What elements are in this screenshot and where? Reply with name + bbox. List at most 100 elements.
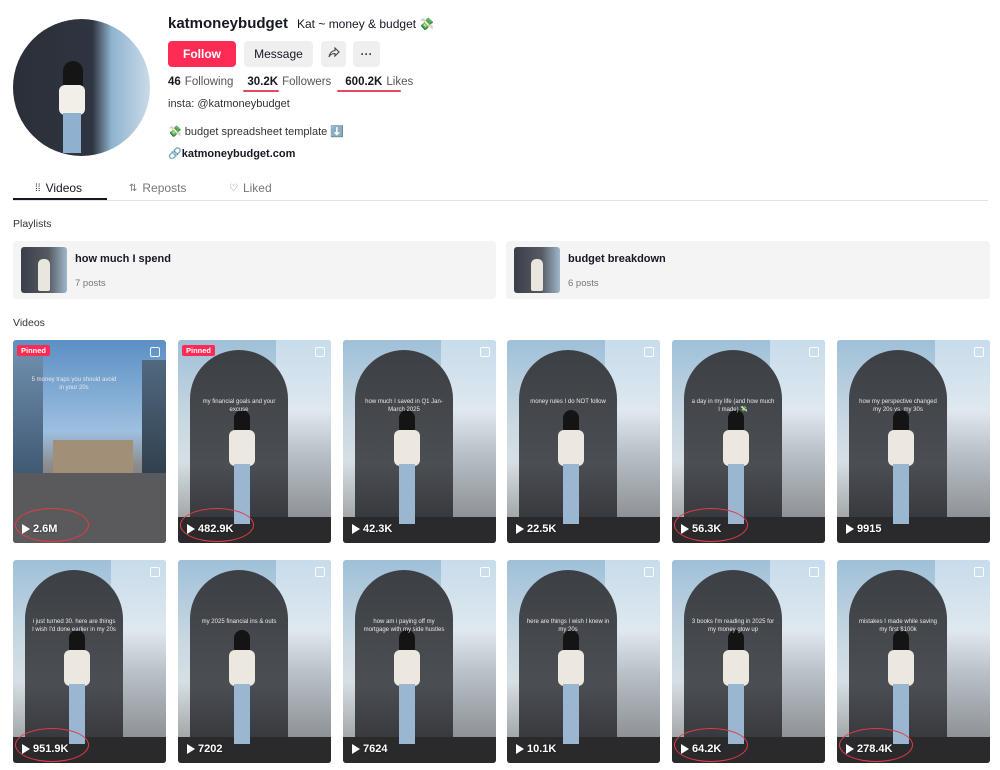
- expand-icon[interactable]: [974, 347, 984, 357]
- play-icon: [516, 524, 524, 534]
- scene-person: [887, 410, 915, 525]
- likes-annotation-underline: [337, 90, 401, 92]
- view-count-value: 64.2K: [692, 743, 722, 755]
- video-card[interactable]: mistakes I made while saving my first $1…: [837, 560, 990, 763]
- video-card[interactable]: how much I saved in Q1 Jan-March 2025 42.…: [343, 340, 496, 543]
- scene-person: [557, 630, 585, 745]
- video-card[interactable]: my 2025 financial ins & outs 7202: [178, 560, 331, 763]
- scene-building: [142, 360, 166, 480]
- scene-person: [63, 630, 91, 745]
- tab-reposts[interactable]: ⇅ Reposts: [129, 177, 186, 199]
- video-caption: mistakes I made while saving my first $1…: [858, 619, 938, 634]
- play-icon: [22, 524, 30, 534]
- view-count: 9915: [846, 523, 881, 535]
- active-tab-indicator: [13, 198, 107, 200]
- stat-following[interactable]: 46 Following: [168, 76, 233, 88]
- video-card[interactable]: i just turned 30. here are things I wish…: [13, 560, 166, 763]
- expand-icon[interactable]: [315, 567, 325, 577]
- play-icon: [846, 744, 854, 754]
- video-caption: how am i paying off my mortgage with my …: [363, 619, 445, 634]
- video-caption: 5 money traps you should avoid in your 2…: [31, 377, 117, 392]
- video-card[interactable]: here are things I wish I knew in my 20s 1…: [507, 560, 660, 763]
- video-caption: a day in my life (and how much I made) 💸: [691, 399, 775, 414]
- playlist-title: how much I spend: [75, 253, 171, 265]
- view-count: 278.4K: [846, 743, 892, 755]
- view-count-value: 7624: [363, 743, 388, 755]
- view-count-value: 9915: [857, 523, 882, 535]
- view-count-value: 7202: [198, 743, 223, 755]
- expand-icon[interactable]: [809, 567, 819, 577]
- view-count-value: 951.9K: [33, 743, 69, 755]
- pinned-badge: Pinned: [182, 345, 216, 356]
- profile-username: katmoneybudget: [168, 15, 289, 32]
- scene-building: [13, 350, 43, 480]
- play-icon: [22, 744, 30, 754]
- expand-icon[interactable]: [974, 567, 984, 577]
- follow-button[interactable]: Follow: [168, 41, 236, 67]
- video-caption: money rules I do NOT follow: [530, 399, 606, 405]
- video-card[interactable]: how am i paying off my mortgage with my …: [343, 560, 496, 763]
- profile-tabs: ⁞⁞ Videos ⇅ Reposts ♡ Liked: [13, 177, 988, 201]
- tab-videos[interactable]: ⁞⁞ Videos: [35, 177, 82, 199]
- playlist-thumbnail: [21, 247, 67, 293]
- scene-person: [393, 630, 421, 745]
- video-card[interactable]: 5 money traps you should avoid in your 2…: [13, 340, 166, 543]
- view-count-value: 42.3K: [363, 523, 393, 535]
- expand-icon[interactable]: [644, 567, 654, 577]
- expand-icon[interactable]: [809, 347, 819, 357]
- tab-liked[interactable]: ♡ Liked: [229, 177, 272, 199]
- video-card[interactable]: money rules I do NOT follow 22.5K: [507, 340, 660, 543]
- expand-icon[interactable]: [150, 567, 160, 577]
- expand-icon[interactable]: [150, 347, 160, 357]
- play-icon: [681, 744, 689, 754]
- playlist-card[interactable]: how much I spend 7 posts: [13, 241, 496, 299]
- play-icon: [681, 524, 689, 534]
- scene-person: [228, 630, 256, 745]
- view-count: 10.1K: [516, 743, 556, 755]
- view-count-value: 278.4K: [857, 743, 893, 755]
- play-icon: [352, 744, 360, 754]
- play-icon: [187, 524, 195, 534]
- view-count-value: 482.9K: [198, 523, 234, 535]
- view-count-value: 2.6M: [33, 523, 58, 535]
- more-options-button[interactable]: ···: [353, 41, 380, 67]
- video-card[interactable]: my financial goals and your excuse Pinned…: [178, 340, 331, 543]
- followers-annotation-underline: [243, 90, 279, 92]
- playlist-card[interactable]: budget breakdown 6 posts: [506, 241, 990, 299]
- bio-template: 💸 budget spreadsheet template ⬇️: [168, 126, 344, 138]
- view-count: 7202: [187, 743, 222, 755]
- message-button[interactable]: Message: [244, 41, 313, 67]
- profile-nickname: Kat ~ money & budget 💸: [297, 17, 435, 31]
- playlist-thumbnail: [514, 247, 560, 293]
- scene-person: [887, 630, 915, 745]
- view-count: 64.2K: [681, 743, 721, 755]
- video-caption: i just turned 30. here are things I wish…: [32, 619, 116, 634]
- expand-icon[interactable]: [644, 347, 654, 357]
- video-card[interactable]: 3 books I'm reading in 2025 for my money…: [672, 560, 825, 763]
- expand-icon[interactable]: [480, 347, 490, 357]
- share-button[interactable]: [321, 41, 346, 67]
- profile-avatar[interactable]: [13, 19, 150, 156]
- stat-followers[interactable]: 30.2K Followers: [247, 76, 331, 88]
- video-caption: how my perspective changed my 20s vs. my…: [859, 399, 937, 414]
- scene-person: [722, 410, 750, 525]
- video-card[interactable]: how my perspective changed my 20s vs. my…: [837, 340, 990, 543]
- pinned-badge: Pinned: [17, 345, 51, 356]
- expand-icon[interactable]: [315, 347, 325, 357]
- view-count: 7624: [352, 743, 387, 755]
- expand-icon[interactable]: [480, 567, 490, 577]
- play-icon: [846, 524, 854, 534]
- scene-person: [228, 410, 256, 525]
- bio-instagram: insta: @katmoneybudget: [168, 98, 290, 110]
- profile-link[interactable]: 🔗katmoneybudget.com: [168, 147, 295, 160]
- view-count: 482.9K: [187, 523, 233, 535]
- play-icon: [352, 524, 360, 534]
- avatar-figure: [57, 61, 87, 153]
- video-card[interactable]: a day in my life (and how much I made) 💸…: [672, 340, 825, 543]
- video-caption: my financial goals and your excuse: [202, 399, 276, 414]
- view-count: 2.6M: [22, 523, 57, 535]
- playlists-heading: Playlists: [13, 218, 52, 230]
- play-icon: [516, 744, 524, 754]
- view-count: 56.3K: [681, 523, 721, 535]
- playlist-title: budget breakdown: [568, 253, 666, 265]
